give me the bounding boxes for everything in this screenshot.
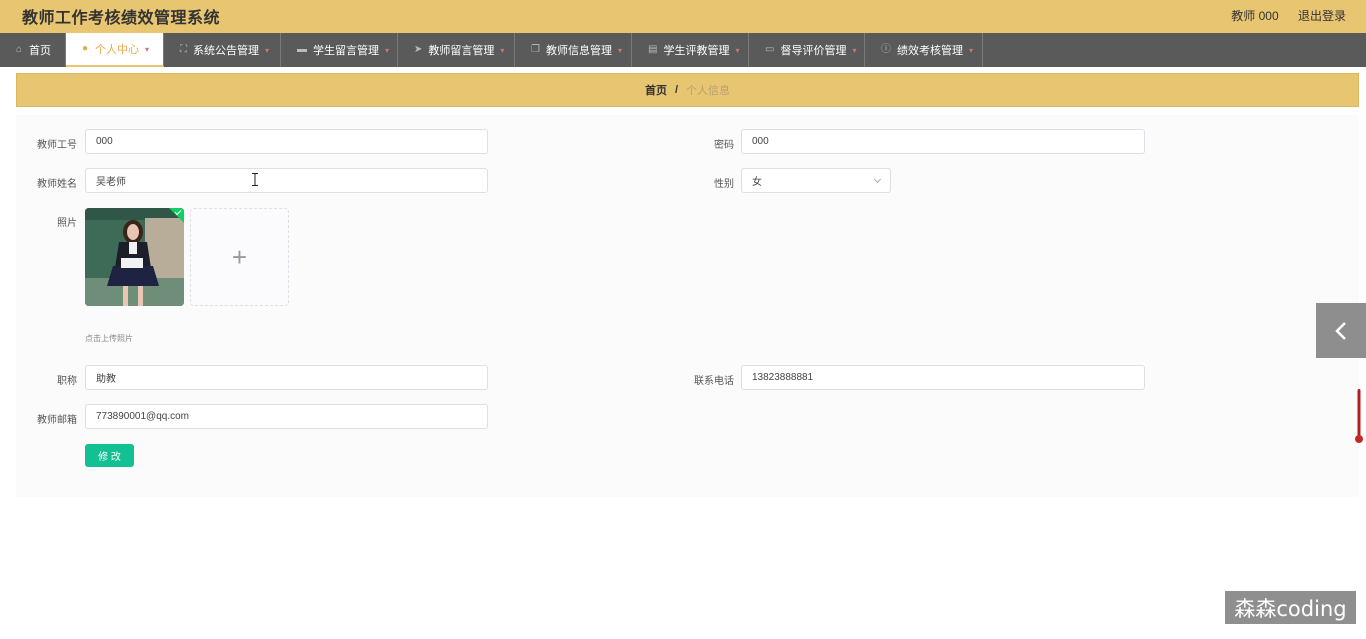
- app-title: 教师工作考核绩效管理系统: [22, 8, 221, 27]
- submit-button[interactable]: 修 改: [85, 444, 134, 467]
- thermometer-icon: [1355, 389, 1363, 443]
- user-icon: ●: [82, 43, 89, 54]
- nav-item-teacher-messages[interactable]: ➤ 教师留言管理 ▾: [398, 33, 515, 67]
- current-user-label: 教师 000: [1231, 9, 1279, 23]
- phone-field[interactable]: 13823888881: [741, 365, 1145, 390]
- nav-item-supervisor-evaluation[interactable]: ▭ 督导评价管理 ▾: [749, 33, 865, 67]
- text-cursor-icon: [252, 173, 258, 186]
- phone-label: 联系电话: [694, 376, 734, 387]
- side-panel-toggle[interactable]: [1316, 303, 1366, 358]
- copy-icon: ❐: [531, 44, 540, 55]
- nav-item-student-messages[interactable]: ▬ 学生留言管理 ▾: [281, 33, 398, 67]
- photo-thumbnail[interactable]: [85, 208, 184, 306]
- email-label: 教师邮箱: [37, 415, 77, 426]
- upload-hint: 点击上传照片: [85, 334, 133, 343]
- chevron-down-icon: ▾: [969, 45, 974, 55]
- nav-item-label: 系统公告管理: [193, 45, 259, 57]
- chevron-down-icon: ▾: [617, 45, 622, 55]
- breadcrumb: 首页 / 个人信息: [16, 73, 1359, 107]
- password-field[interactable]: 000: [741, 129, 1145, 154]
- send-icon: ➤: [414, 44, 423, 55]
- expand-icon: ⛶: [180, 44, 187, 55]
- nav-item-personal-center[interactable]: ● 个人中心 ▾: [66, 33, 164, 67]
- name-field[interactable]: 吴老师: [85, 168, 488, 193]
- gender-select[interactable]: 女: [741, 168, 891, 193]
- nav-item-label: 个人中心: [94, 44, 139, 56]
- document-icon: ▤: [648, 44, 658, 55]
- nav-item-teacher-info[interactable]: ❐ 教师信息管理 ▾: [515, 33, 632, 67]
- email-field[interactable]: 773890001@qq.com: [85, 404, 488, 429]
- breadcrumb-separator: /: [674, 84, 679, 96]
- home-icon: ⌂: [16, 44, 23, 55]
- teacher-id-field[interactable]: 000: [85, 129, 488, 154]
- teacher-id-label: 教师工号: [37, 140, 77, 151]
- gender-select-value: 女: [752, 177, 762, 188]
- breadcrumb-home[interactable]: 首页: [645, 82, 667, 98]
- gender-label: 性别: [714, 179, 734, 190]
- job-title-field[interactable]: 助教: [85, 365, 488, 390]
- nav-item-home[interactable]: ⌂ 首页: [0, 33, 66, 67]
- nav-item-label: 教师信息管理: [545, 45, 612, 57]
- nav-item-announcements[interactable]: ⛶ 系统公告管理 ▾: [164, 33, 281, 67]
- chevron-down-icon: ▾: [735, 45, 740, 55]
- logout-link[interactable]: 退出登录: [1298, 9, 1346, 23]
- chevron-down-icon: ▾: [852, 45, 857, 55]
- job-title-label: 职称: [57, 376, 77, 387]
- nav-item-label: 教师留言管理: [428, 45, 495, 57]
- nav-item-label: 绩效考核管理: [897, 45, 963, 57]
- password-label: 密码: [714, 140, 734, 151]
- nav-item-student-evaluation[interactable]: ▤ 学生评教管理 ▾: [632, 33, 749, 67]
- breadcrumb-current: 个人信息: [686, 85, 731, 97]
- chevron-left-icon: [1335, 321, 1346, 340]
- chevron-down-icon: [873, 175, 882, 184]
- photo-upload-button[interactable]: +: [190, 208, 289, 306]
- info-circle-icon: ⓘ: [881, 44, 891, 55]
- main-nav: ⌂ 首页 ● 个人中心 ▾ ⛶ 系统公告管理 ▾ ▬ 学生留言管理 ▾ ➤ 教师…: [0, 33, 1366, 67]
- chevron-down-icon: ▾: [265, 45, 270, 55]
- plus-icon: +: [231, 241, 248, 272]
- user-area: 教师 000 退出登录: [1215, 7, 1346, 24]
- nav-item-label: 学生评教管理: [663, 45, 730, 57]
- watermark: 森森coding: [1225, 591, 1356, 624]
- chevron-down-icon: ▾: [500, 45, 505, 55]
- chevron-down-icon: ▾: [144, 44, 149, 54]
- photo-label: 照片: [57, 218, 77, 229]
- nav-item-label: 督导评价管理: [780, 45, 847, 57]
- teacher-photo-image: [85, 208, 184, 306]
- chevron-down-icon: ▾: [385, 45, 390, 55]
- nav-item-label: 学生留言管理: [313, 45, 379, 57]
- nav-item-label: 首页: [29, 45, 51, 57]
- monitor-icon: ▭: [765, 44, 775, 55]
- bag-icon: ▬: [297, 44, 307, 55]
- name-label: 教师姓名: [37, 179, 77, 190]
- top-header: 教师工作考核绩效管理系统 教师 000 退出登录: [0, 0, 1366, 33]
- nav-item-performance[interactable]: ⓘ 绩效考核管理 ▾: [865, 33, 983, 67]
